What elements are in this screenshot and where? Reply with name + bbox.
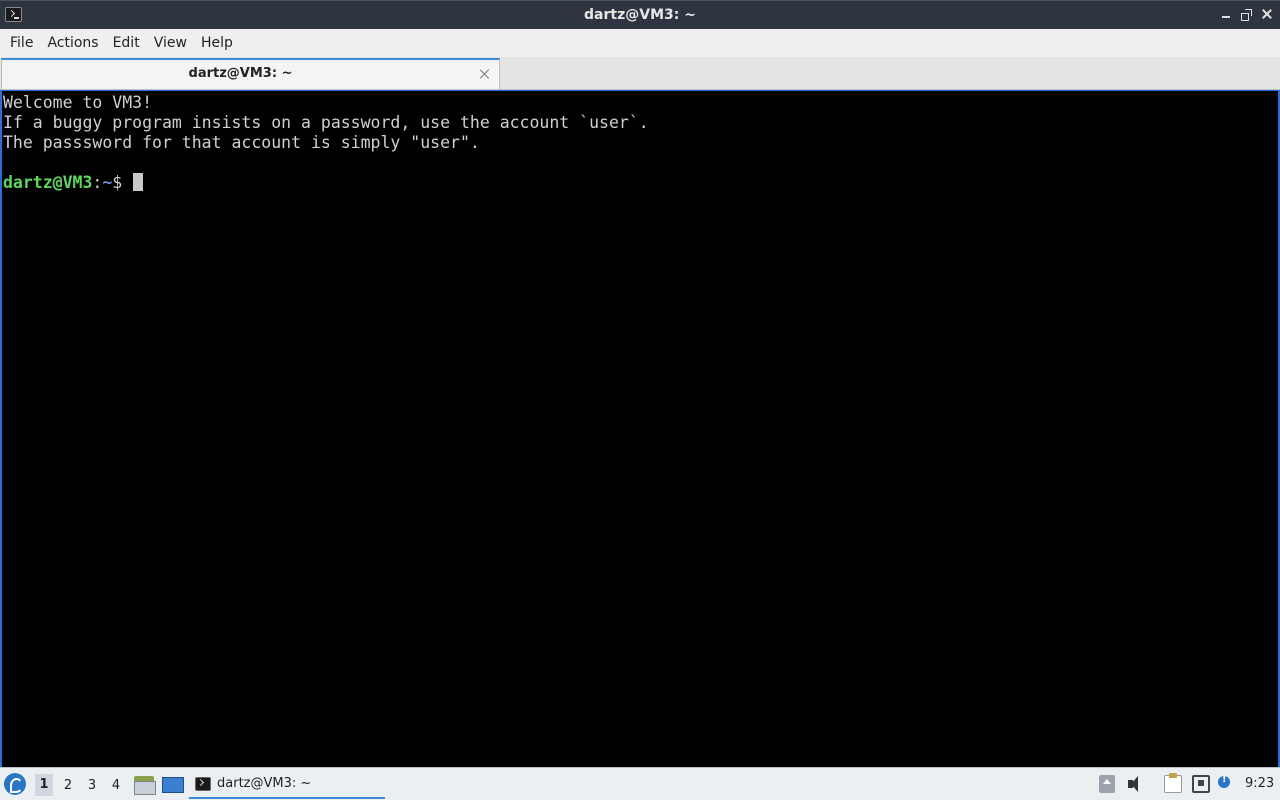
menu-actions[interactable]: Actions: [40, 29, 105, 57]
desktop-switch-2[interactable]: 2: [59, 776, 77, 796]
menu-bar: File Actions Edit View Help: [0, 29, 1280, 57]
window-title: dartz@VM3: ~: [584, 7, 696, 23]
start-menu-icon[interactable]: [4, 773, 26, 795]
tab-label: dartz@VM3: ~: [188, 66, 293, 81]
prompt-user-host: dartz@VM3: [3, 173, 93, 192]
menu-view[interactable]: View: [147, 29, 194, 57]
file-manager-icon[interactable]: [134, 776, 156, 795]
minimize-icon[interactable]: [1219, 7, 1233, 21]
desktop-switch-1[interactable]: 1: [35, 774, 53, 796]
desktop-switch-3[interactable]: 3: [83, 776, 101, 796]
window-titlebar[interactable]: dartz@VM3: ~: [0, 0, 1280, 29]
network-icon[interactable]: [1192, 775, 1210, 793]
terminal-line: If a buggy program insists on a password…: [3, 113, 649, 132]
prompt-separator: :: [92, 173, 103, 192]
task-label: dartz@VM3: ~: [217, 776, 312, 791]
tab-close-icon[interactable]: [479, 68, 491, 80]
prompt-path: ~: [102, 173, 113, 192]
tab-bar: dartz@VM3: ~: [0, 57, 1280, 90]
menu-file[interactable]: File: [3, 29, 40, 57]
close-icon[interactable]: [1260, 7, 1274, 21]
menu-edit[interactable]: Edit: [106, 29, 147, 57]
volume-icon[interactable]: [1127, 775, 1145, 793]
prompt-line[interactable]: dartz@VM3:~$: [3, 173, 1278, 193]
clipboard-icon[interactable]: [1164, 773, 1182, 793]
maximize-icon[interactable]: [1239, 7, 1253, 21]
menu-help[interactable]: Help: [194, 29, 240, 57]
notification-icon[interactable]: [1218, 774, 1230, 788]
task-button-terminal[interactable]: dartz@VM3: ~: [189, 770, 385, 799]
clock[interactable]: 9:23: [1245, 776, 1274, 791]
tab-terminal[interactable]: dartz@VM3: ~: [1, 58, 500, 89]
text-cursor: [133, 173, 144, 191]
taskbar: 1 2 3 4 dartz@VM3: ~ 9:23: [0, 767, 1280, 800]
terminal-line: Welcome to VM3!: [3, 93, 153, 112]
terminal-line: The passsword for that account is simply…: [3, 133, 480, 152]
terminal-output[interactable]: Welcome to VM3! If a buggy program insis…: [0, 90, 1280, 767]
eject-icon[interactable]: [1099, 775, 1115, 793]
desktop-switch-4[interactable]: 4: [107, 776, 125, 796]
terminal-icon: [195, 777, 211, 791]
prompt-symbol: $: [112, 173, 133, 192]
show-desktop-icon[interactable]: [162, 777, 184, 793]
